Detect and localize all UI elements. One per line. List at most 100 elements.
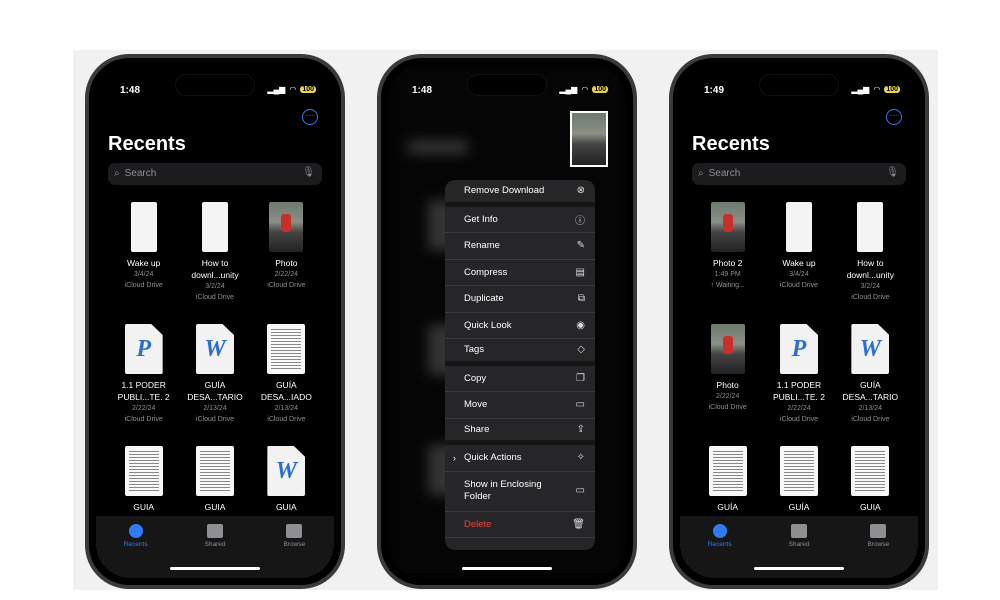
file-item[interactable]: GUÍA DESA...IADO 2/13/24 iCloud Drive [251, 324, 322, 424]
file-grid: Wake up 3/4/24 iCloud Drive How to downl...… [108, 202, 322, 546]
tab-browse[interactable]: Browse [853, 524, 903, 578]
chevron-right-icon: › [453, 452, 456, 463]
shared-folder-icon [790, 524, 807, 538]
file-location: iCloud Drive [779, 416, 819, 423]
more-options-icon[interactable]: ··· [302, 109, 318, 125]
file-item[interactable]: P 1.1 PODER PUBLI...TE. 2 2/22/24 iCloud Dr… [108, 324, 179, 424]
search-icon: ⌕ [114, 168, 120, 179]
get-info-icon: ⓘ [575, 215, 585, 227]
file-item[interactable]: Photo 2/22/24 iCloud Drive [251, 202, 322, 302]
page-title: Recents [692, 133, 770, 155]
file-date: 2/22/24 [715, 393, 740, 400]
folder-icon [286, 524, 303, 538]
tab-label: Recents [707, 541, 732, 548]
tags-icon: ◇ [577, 344, 585, 356]
file-name: How to downl...unity [846, 258, 894, 280]
file-name: How to downl...unity [191, 258, 239, 280]
home-indicator[interactable] [754, 567, 844, 570]
search-input[interactable]: ⌕ Search 🎙︎ [108, 163, 322, 185]
quick-look-icon: ◉ [576, 319, 585, 331]
status-time: 1:48 [120, 85, 141, 96]
menu-item-show-in-enclosing-folder[interactable]: Show in Enclosing Folder ▭ [445, 472, 595, 512]
compress-icon: ▤ [575, 266, 585, 278]
tab-browse[interactable]: Browse [269, 524, 319, 578]
menu-item-rename[interactable]: Rename ✎ [445, 233, 595, 260]
file-location: iCloud Drive [267, 416, 306, 423]
file-location: iCloud Drive [195, 416, 235, 423]
wifi-icon: ◠ [289, 85, 297, 94]
photo-thumbnail [710, 324, 745, 374]
file-item[interactable]: How to downl...unity 3/2/24 iCloud Drive [179, 202, 250, 302]
file-date: 2/13/24 [858, 405, 882, 412]
tab-label: Browse [283, 541, 306, 548]
tab-label: Recents [123, 541, 148, 548]
clock-icon [712, 524, 727, 538]
tab-recents[interactable]: Recents [111, 524, 161, 578]
file-name: Photo [716, 380, 739, 390]
menu-item-label: Remove Download [464, 185, 545, 197]
file-name: Photo [275, 258, 298, 268]
file-item[interactable]: How to downl...unity 3/2/24 iCloud Drive [835, 202, 906, 302]
microphone-icon[interactable]: 🎙︎ [886, 167, 899, 178]
file-name: Wake up [782, 258, 816, 268]
menu-item-remove-download[interactable]: Remove Download ⊗ [445, 180, 595, 207]
search-icon: ⌕ [698, 168, 704, 179]
menu-item-delete[interactable]: Delete 🗑 [445, 512, 595, 538]
word-thumbnail: W [267, 446, 306, 496]
menu-item-label: Get Info [464, 213, 498, 225]
menu-item-copy[interactable]: Copy ❐ [445, 366, 595, 392]
file-item[interactable]: W GUÍA DESA...TARIO 2/13/24 iCloud Drive [835, 324, 906, 424]
menu-item-duplicate[interactable]: Duplicate ⧉ [445, 286, 595, 313]
file-item[interactable]: Photo 2/22/24 iCloud Drive [692, 324, 763, 424]
more-options-icon[interactable]: ··· [886, 109, 902, 125]
pages-thumbnail: P [779, 324, 818, 374]
menu-item-get-info[interactable]: Get Info ⓘ [445, 207, 595, 233]
search-placeholder: Search [708, 168, 741, 179]
file-name: 1.1 PODER PUBLI...TE. 2 [773, 380, 825, 402]
file-name: GUÍA DESA...TARIO [842, 380, 899, 402]
menu-item-share[interactable]: Share ⇪ [445, 419, 595, 445]
menu-item-tags[interactable]: Tags ◇ [445, 339, 595, 366]
phone-3: 1:49 ▂▄▆ ◠ 100 ··· Recents ⌕ Search 🎙︎ Photo … [669, 54, 929, 589]
file-item[interactable]: Wake up 3/4/24 iCloud Drive [763, 202, 834, 302]
microphone-icon[interactable]: 🎙︎ [302, 167, 315, 178]
file-item[interactable]: Wake up 3/4/24 iCloud Drive [108, 202, 179, 302]
file-item[interactable]: Photo 2 1:49 PM ↑ Waiting... [692, 202, 763, 302]
status-time: 1:49 [704, 85, 725, 96]
file-name: Wake up [127, 258, 161, 268]
remove-download-icon: ⊗ [576, 185, 585, 197]
menu-item-move[interactable]: Move ▭ [445, 392, 595, 419]
menu-item-quick-actions[interactable]: › Quick Actions ✧ [445, 445, 595, 472]
status-time: 1:48 [412, 85, 433, 96]
search-input[interactable]: ⌕ Search 🎙︎ [692, 163, 906, 185]
tab-label: Shared [204, 541, 226, 548]
signal-icon: ▂▄▆ [851, 85, 870, 94]
home-indicator[interactable] [462, 567, 552, 570]
menu-item-label: Quick Look [464, 319, 512, 331]
phone-2: Remove Download ⊗ Get Info ⓘ Rename ✎ Compress… [377, 54, 637, 589]
file-location: ↑ Waiting... [710, 282, 745, 289]
file-name: GUÍA DESA...IADO [260, 380, 312, 402]
menu-item-label: Compress [464, 266, 508, 278]
blank-thumbnail [201, 202, 228, 252]
battery-icon: 100 [300, 86, 316, 93]
phone-screen: 1:49 ▂▄▆ ◠ 100 ··· Recents ⌕ Search 🎙︎ Photo … [680, 65, 918, 578]
quick-actions-icon: ✧ [576, 452, 585, 464]
doc-thumbnail [851, 446, 890, 496]
wifi-icon: ◠ [873, 85, 881, 94]
file-location: iCloud Drive [267, 282, 306, 289]
menu-item-quick-look[interactable]: Quick Look ◉ [445, 313, 595, 339]
doc-thumbnail [124, 446, 163, 496]
menu-item-compress[interactable]: Compress ▤ [445, 260, 595, 286]
pages-thumbnail: P [124, 324, 163, 374]
file-item[interactable]: W GUÍA DESA...TARIO 2/13/24 iCloud Drive [179, 324, 250, 424]
file-location: iCloud Drive [124, 282, 163, 289]
doc-thumbnail [708, 446, 747, 496]
home-indicator[interactable] [170, 567, 260, 570]
status-icons: ▂▄▆ ◠ 100 [267, 85, 316, 94]
menu-item-label: Quick Actions [464, 452, 522, 464]
shared-folder-icon [206, 524, 223, 538]
file-item[interactable]: P 1.1 PODER PUBLI...TE. 2 2/22/24 iCloud Dr… [763, 324, 834, 424]
tab-recents[interactable]: Recents [695, 524, 745, 578]
word-thumbnail: W [851, 324, 890, 374]
